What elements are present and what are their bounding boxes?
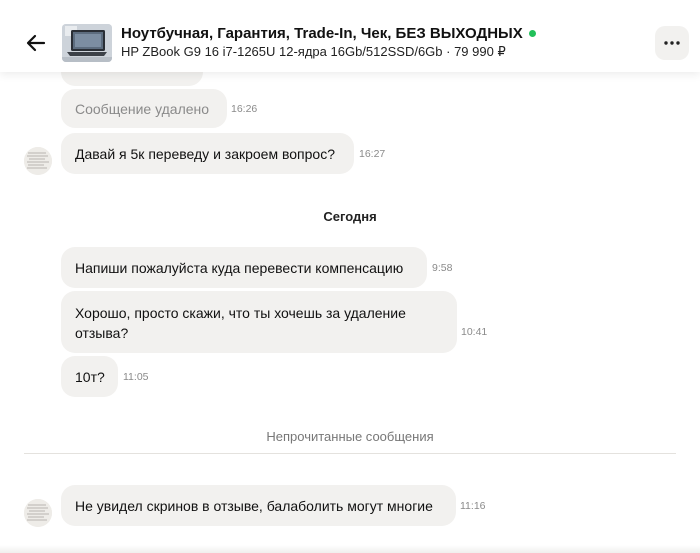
more-dots-icon <box>664 41 680 45</box>
back-button[interactable] <box>24 31 48 55</box>
message-text: Давай я 5к переведу и закроем вопрос? <box>75 145 335 162</box>
message-text: 10т? <box>75 368 105 385</box>
message-bubble: Напиши пожалуйста куда перевести компенс… <box>61 247 427 288</box>
listing-thumbnail[interactable] <box>62 24 112 62</box>
avatar[interactable] <box>24 499 52 527</box>
message-time: 10:41 <box>461 326 488 338</box>
message-bubble: Хорошо, просто скажи, что ты хочешь за у… <box>61 291 457 353</box>
avatar-image-icon <box>24 147 52 175</box>
message-time: 16:26 <box>231 103 258 115</box>
message-text: Напиши пожалуйста куда перевести компенс… <box>75 259 404 276</box>
date-separator: Сегодня <box>323 209 377 224</box>
message-time: 11:05 <box>123 371 149 383</box>
message-time: 11:16 <box>460 500 486 512</box>
chat-header: Ноутбучная, Гарантия, Trade-In, Чек, БЕЗ… <box>0 0 700 72</box>
online-status-dot <box>528 30 536 37</box>
message-time: 16:27 <box>359 148 386 160</box>
avatar-image-icon <box>24 499 52 527</box>
arrow-left-icon <box>26 34 46 52</box>
message-bubble: Давай я 5к переведу и закроем вопрос? <box>61 133 354 174</box>
message-bubble: 10т? <box>61 356 118 397</box>
message-text: Хорошо, просто скажи, что ты хочешь за у… <box>75 304 406 341</box>
composer-edge <box>0 545 700 553</box>
message-text: Не увидел скринов в отзыве, балаболить м… <box>75 497 433 514</box>
message-time: 9:58 <box>432 262 453 274</box>
unread-messages-label: Непрочитанные сообщения <box>266 429 434 444</box>
avatar[interactable] <box>24 147 52 175</box>
laptop-image-icon <box>62 24 112 62</box>
message-bubble: Сообщение удалено <box>61 89 227 128</box>
listing-title[interactable]: Ноутбучная, Гарантия, Trade-In, Чек, БЕЗ… <box>121 25 523 42</box>
message-text: Сообщение удалено <box>75 100 210 117</box>
unread-divider <box>24 453 676 454</box>
message-bubble: Не увидел скринов в отзыве, балаболить м… <box>61 485 456 526</box>
listing-subtitle[interactable]: HP ZBook G9 16 i7-1265U 12-ядра 16Gb/512… <box>121 44 506 60</box>
more-options-button[interactable] <box>655 26 689 60</box>
